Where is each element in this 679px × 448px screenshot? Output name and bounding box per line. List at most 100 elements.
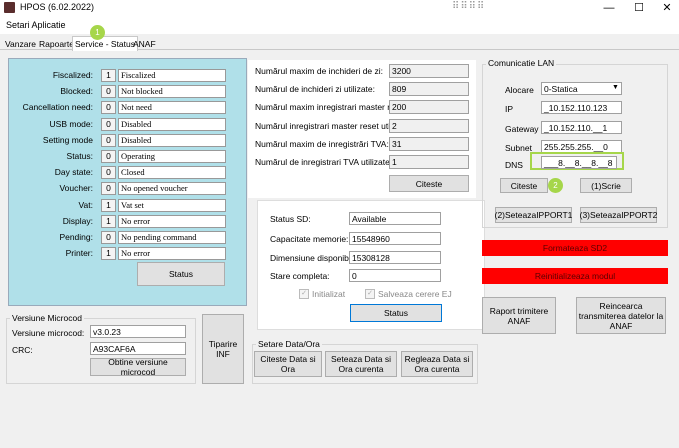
- set-ipport2-button[interactable]: (3)SeteazaIPPORT2: [580, 207, 657, 223]
- save-ej-label: Salveaza cerere EJ: [378, 289, 452, 299]
- lan-read-button[interactable]: Citeste: [500, 178, 548, 193]
- status-row-value: Not blocked: [118, 85, 226, 98]
- sd-complete-label: Stare completa:: [270, 271, 330, 281]
- status-row-label: Blocked:: [60, 86, 93, 96]
- status-row-code: 0: [101, 182, 116, 195]
- anaf-resend-button[interactable]: Reincearca transmiterea datelor la ANAF: [576, 297, 666, 334]
- dns-label: DNS: [505, 160, 523, 170]
- status-row-value: Operating: [118, 150, 226, 163]
- status-button[interactable]: Status: [137, 262, 225, 286]
- alloc-label: Alocare: [505, 85, 534, 95]
- status-row-code: 0: [101, 150, 116, 163]
- save-ej-checkbox[interactable]: ✓: [365, 289, 375, 299]
- status-row-code: 1: [101, 247, 116, 260]
- status-row-value: Fiscalized: [118, 69, 226, 82]
- counter-label: Numărul maxim inregistrari master reset:: [255, 102, 409, 112]
- status-row-code: 0: [101, 118, 116, 131]
- subnet-label: Subnet: [505, 143, 532, 153]
- title-bar: [0, 0, 679, 16]
- status-row-code: 1: [101, 69, 116, 82]
- status-row-value: No error: [118, 215, 226, 228]
- gateway-field[interactable]: _10.152.110.__1: [541, 121, 622, 134]
- status-row-value: Disabled: [118, 134, 226, 147]
- sd-status-field[interactable]: Available: [349, 212, 441, 225]
- status-row-label: Fiscalized:: [52, 70, 93, 80]
- status-row-code: 0: [101, 134, 116, 147]
- status-row-code: 1: [101, 199, 116, 212]
- crc-label: CRC:: [12, 345, 33, 355]
- anaf-report-button[interactable]: Raport trimitere ANAF: [482, 297, 556, 334]
- counter-label: Numărul de inregistrari TVA utilizate:: [255, 157, 393, 167]
- counter-label: Numărul maxim de inregistrări TVA:: [255, 139, 389, 149]
- status-row-code: 0: [101, 231, 116, 244]
- status-row-value: Closed: [118, 166, 226, 179]
- status-row-label: Pending:: [59, 232, 93, 242]
- status-row-label: Display:: [62, 216, 93, 226]
- minimize-button[interactable]: —: [594, 0, 624, 16]
- status-row-label: Voucher:: [59, 183, 93, 193]
- sd-available-label: Dimensiune disponibila:: [270, 253, 360, 263]
- status-row-label: Day state:: [54, 167, 93, 177]
- ip-label: IP: [505, 104, 514, 114]
- adjust-datetime-button[interactable]: Regleaza Data si Ora curenta: [401, 351, 473, 377]
- chevron-down-icon[interactable]: ▼: [612, 84, 619, 91]
- status-row-label: Setting mode: [42, 135, 93, 145]
- status-row-value: No pending command: [118, 231, 226, 244]
- read-datetime-button[interactable]: Citeste Data si Ora: [254, 351, 322, 377]
- status-row-label: Printer:: [65, 248, 93, 258]
- print-inf-button[interactable]: Tiparire INF: [202, 314, 244, 384]
- window-title: HPOS (6.02.2022): [20, 2, 95, 12]
- format-sd-button[interactable]: Formateaza SD2: [482, 240, 668, 256]
- sd-complete-field[interactable]: 0: [349, 269, 441, 282]
- dns-field[interactable]: ___8.__8.__8.__8: [541, 156, 617, 169]
- ip-field[interactable]: _10.152.110.123: [541, 101, 622, 114]
- counter-value: 200: [389, 100, 469, 114]
- menu-settings[interactable]: Setari Aplicatie: [6, 20, 66, 30]
- set-datetime-button[interactable]: Seteaza Data si Ora curenta: [325, 351, 397, 377]
- close-button[interactable]: ✕: [652, 0, 679, 16]
- counter-label: Numărul maxim de inchideri de zi:: [255, 66, 384, 76]
- sd-status-button[interactable]: Status: [350, 304, 442, 322]
- status-row-label: Cancellation need:: [22, 102, 93, 112]
- datetime-title: Setare Data/Ora: [256, 339, 322, 349]
- get-firmware-button[interactable]: Obtine versiune microcod: [90, 357, 186, 377]
- lan-title: Comunicatie LAN: [486, 58, 557, 68]
- status-row-value: Vat set: [118, 199, 226, 212]
- counter-label: Numărul de inchideri zi utilizate:: [255, 84, 375, 94]
- lan-write-button[interactable]: (1)Scrie: [580, 178, 632, 193]
- status-row-value: No opened voucher: [118, 182, 226, 195]
- status-row-label: Vat:: [78, 200, 94, 210]
- sd-capacity-field[interactable]: 15548960: [349, 232, 441, 245]
- status-row-code: 0: [101, 85, 116, 98]
- toolbar-grip-icon: ⠿⠿⠿⠿: [452, 1, 486, 12]
- counter-value: 809: [389, 82, 469, 96]
- status-row-value: Not need: [118, 101, 226, 114]
- set-ipport1-button[interactable]: (2)SeteazaIPPORT1: [495, 207, 572, 223]
- tab-service-status[interactable]: Service - Status: [72, 36, 138, 51]
- counter-value: 3200: [389, 64, 469, 78]
- crc-field[interactable]: A93CAF6A: [90, 342, 186, 355]
- status-row-label: Status:: [66, 151, 93, 161]
- counter-value: 1: [389, 155, 469, 169]
- alloc-select[interactable]: 0-Statica: [541, 82, 622, 95]
- status-row-code: 0: [101, 166, 116, 179]
- maximize-button[interactable]: ☐: [624, 0, 654, 16]
- step-badge-2: 2: [548, 178, 563, 193]
- status-row-code: 1: [101, 215, 116, 228]
- read-counters-button[interactable]: Citeste: [389, 175, 469, 192]
- status-row-value: No error: [118, 247, 226, 260]
- tab-rapoarte[interactable]: Rapoarte: [37, 38, 76, 50]
- step-badge-1: 1: [90, 25, 105, 40]
- status-row-value: Disabled: [118, 118, 226, 131]
- tab-vanzare[interactable]: Vanzare: [3, 38, 38, 50]
- counter-value: 31: [389, 137, 469, 151]
- tab-anaf[interactable]: ANAF: [131, 38, 158, 50]
- initialized-checkbox[interactable]: ✓: [299, 289, 309, 299]
- reinit-module-button[interactable]: Reinitializeaza modul: [482, 268, 668, 284]
- sd-available-field[interactable]: 15308128: [349, 251, 441, 264]
- firmware-version-field[interactable]: v3.0.23: [90, 325, 186, 338]
- counter-value: 2: [389, 119, 469, 133]
- initialized-label: Initializat: [312, 289, 346, 299]
- app-icon: [4, 2, 15, 13]
- firmware-version-label: Versiune microcod:: [12, 328, 85, 338]
